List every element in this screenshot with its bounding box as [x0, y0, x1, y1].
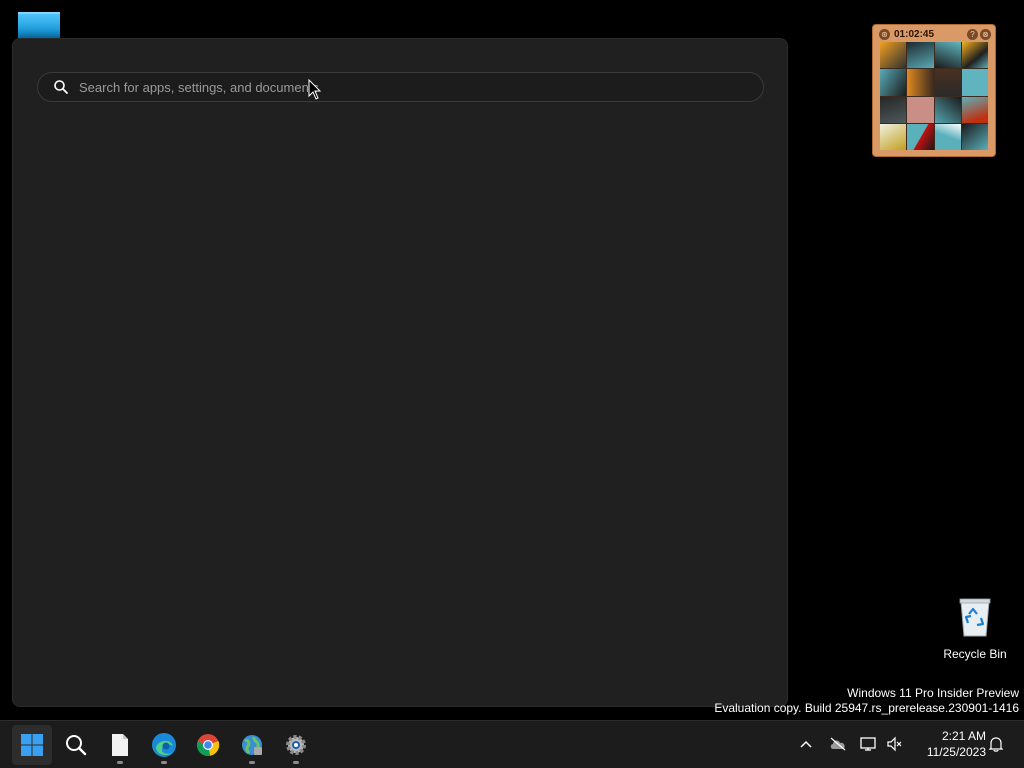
puzzle-tile[interactable]: [934, 42, 961, 69]
puzzle-tile[interactable]: [907, 123, 934, 150]
cloud-off-icon: [830, 737, 846, 751]
puzzle-title-bar: ⊛ 01:02:45 ? ⊗: [877, 27, 991, 41]
search-icon: [66, 735, 87, 756]
watermark-line-2: Evaluation copy. Build 25947.rs_prerelea…: [714, 701, 1019, 715]
puzzle-tile[interactable]: [880, 69, 907, 96]
puzzle-tile[interactable]: [934, 69, 961, 96]
volume-muted-icon: [887, 736, 902, 752]
chrome-button[interactable]: [188, 725, 228, 765]
taskbar-clock[interactable]: 2:21 AM 11/25/2023: [912, 728, 986, 760]
recycle-bin-icon: [959, 598, 991, 637]
clock-date: 11/25/2023: [926, 745, 986, 759]
puzzle-tile[interactable]: [907, 42, 934, 69]
recycle-bin-label: Recycle Bin: [943, 647, 1007, 661]
puzzle-tile[interactable]: [880, 123, 907, 150]
puzzle-tile[interactable]: [961, 123, 988, 150]
network-app-button[interactable]: [232, 725, 272, 765]
network-tray-button[interactable]: [860, 735, 878, 753]
edge-button[interactable]: [144, 725, 184, 765]
running-indicator: [161, 761, 167, 764]
show-hidden-icons-button[interactable]: [797, 735, 815, 753]
evaluation-watermark: Windows 11 Pro Insider Preview Evaluatio…: [714, 686, 1019, 716]
puzzle-tile[interactable]: [880, 42, 907, 69]
puzzle-tile[interactable]: [880, 96, 907, 123]
chevron-up-icon: [800, 740, 812, 748]
file-icon: [112, 734, 128, 756]
running-indicator: [249, 761, 255, 764]
puzzle-close-button[interactable]: ⊗: [980, 28, 991, 40]
notifications-button[interactable]: [987, 735, 1005, 753]
puzzle-widget[interactable]: ⊛ 01:02:45 ? ⊗: [872, 24, 996, 157]
mouse-cursor-icon: [308, 79, 322, 100]
puzzle-tile[interactable]: [907, 96, 934, 123]
edge-icon: [152, 733, 176, 757]
search-button[interactable]: [56, 725, 96, 765]
puzzle-tile[interactable]: [961, 96, 988, 123]
running-indicator: [117, 761, 123, 764]
search-icon: [54, 80, 68, 94]
puzzle-timer: 01:02:45: [894, 28, 935, 40]
clock-time: 2:21 AM: [941, 729, 986, 743]
globe-icon: [242, 735, 262, 755]
file-explorer-button[interactable]: [100, 725, 140, 765]
running-indicator: [293, 761, 299, 764]
network-icon: [860, 737, 876, 751]
onedrive-tray-button[interactable]: [829, 735, 847, 753]
puzzle-tile[interactable]: [961, 42, 988, 69]
puzzle-back-button[interactable]: ⊛: [879, 28, 890, 40]
start-button[interactable]: [12, 725, 52, 765]
gear-icon: [286, 735, 306, 755]
search-panel: [12, 38, 788, 707]
puzzle-tile[interactable]: [934, 123, 961, 150]
desktop-folder-icon[interactable]: [18, 12, 60, 40]
bell-icon: [988, 737, 1004, 752]
puzzle-tile[interactable]: [907, 69, 934, 96]
puzzle-tile[interactable]: [961, 69, 988, 96]
recycle-bin[interactable]: Recycle Bin: [940, 596, 1010, 661]
puzzle-tile[interactable]: [934, 96, 961, 123]
puzzle-help-button[interactable]: ?: [967, 28, 978, 40]
chrome-icon: [196, 734, 220, 756]
windows-logo-icon: [21, 734, 43, 756]
volume-tray-button[interactable]: [886, 735, 904, 753]
search-box[interactable]: [37, 72, 764, 102]
settings-button[interactable]: [276, 725, 316, 765]
watermark-line-1: Windows 11 Pro Insider Preview: [847, 686, 1019, 700]
puzzle-grid: [880, 42, 988, 150]
search-input[interactable]: [79, 79, 763, 95]
taskbar: 2:21 AM 11/25/2023: [0, 720, 1024, 768]
